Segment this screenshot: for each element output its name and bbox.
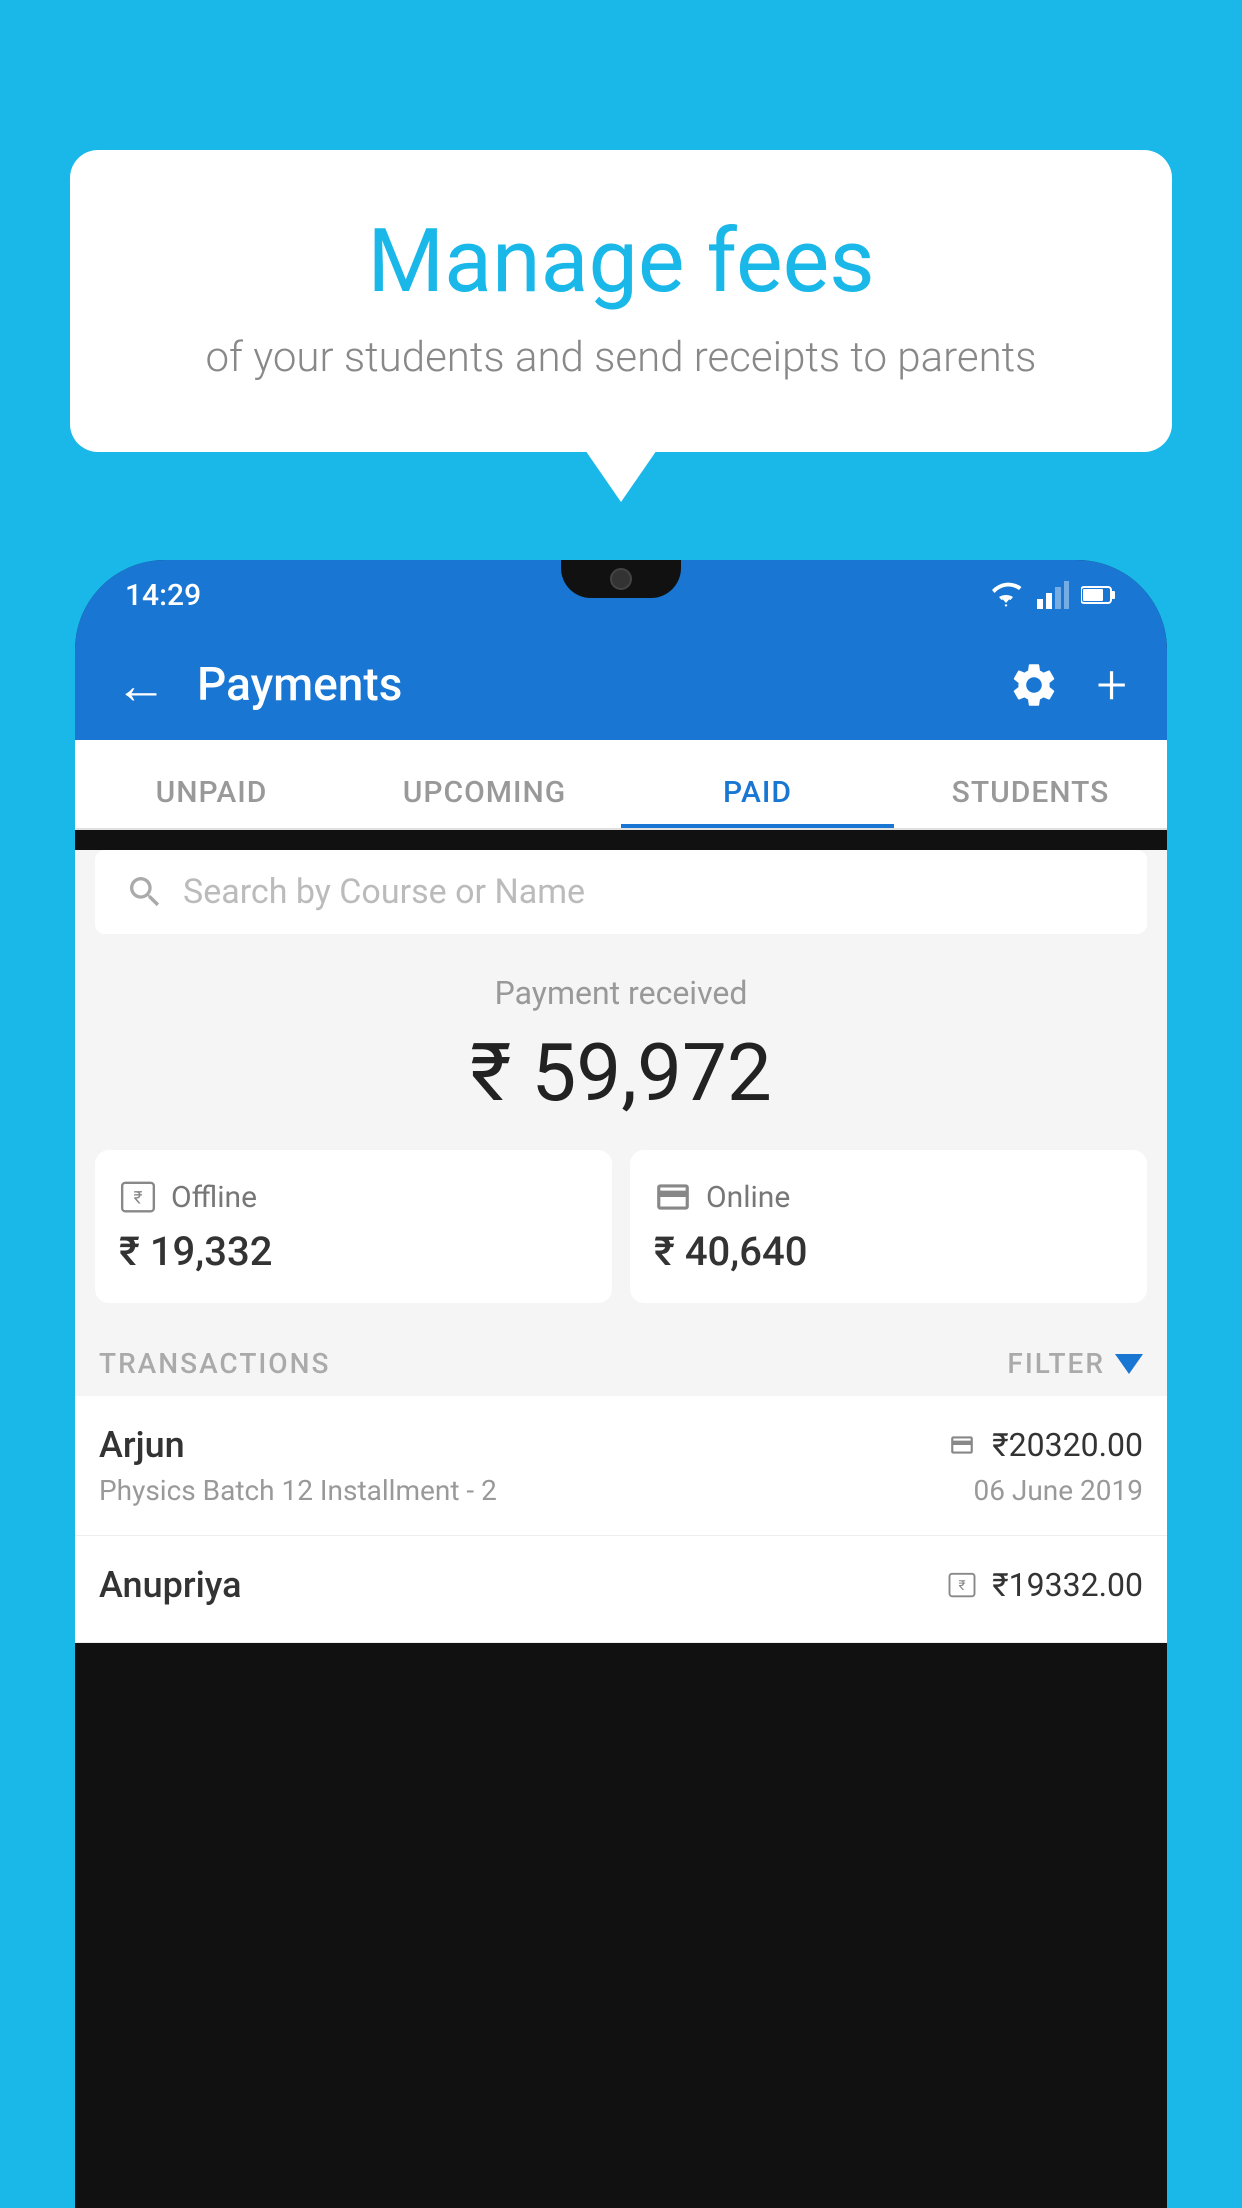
notch xyxy=(561,560,681,598)
add-button[interactable]: + xyxy=(1096,654,1127,717)
action-buttons: + xyxy=(1008,654,1127,717)
transaction-item-anupriya[interactable]: Anupriya ₹ ₹19332.00 xyxy=(75,1536,1167,1643)
status-time: 14:29 xyxy=(125,578,201,613)
battery-icon xyxy=(1081,584,1117,606)
online-label: Online xyxy=(706,1180,790,1215)
tx-amount-2: ₹ ₹19332.00 xyxy=(944,1566,1143,1604)
tx-course-1: Physics Batch 12 Installment - 2 xyxy=(99,1474,497,1507)
status-icons xyxy=(987,581,1117,609)
tx-card-icon-1 xyxy=(944,1432,980,1458)
tab-unpaid[interactable]: UNPAID xyxy=(75,775,348,828)
camera xyxy=(610,568,632,590)
tx-name-1: Arjun xyxy=(99,1424,185,1466)
offline-amount: ₹ 19,332 xyxy=(119,1228,588,1275)
speech-bubble: Manage fees of your students and send re… xyxy=(70,150,1172,452)
tab-upcoming[interactable]: UPCOMING xyxy=(348,775,621,828)
app-title: Payments xyxy=(197,658,1008,712)
app-bar: ← Payments + xyxy=(75,630,1167,740)
tab-paid[interactable]: PAID xyxy=(621,775,894,828)
tx-rupee-icon-2: ₹ xyxy=(944,1570,980,1600)
tab-students[interactable]: STUDENTS xyxy=(894,775,1167,828)
transactions-label: TRANSACTIONS xyxy=(99,1347,330,1380)
wifi-icon xyxy=(987,581,1025,609)
phone-frame: 14:29 ← Payments xyxy=(75,560,1167,2208)
tx-date-1: 06 June 2019 xyxy=(973,1474,1143,1507)
card-payment-icon xyxy=(654,1178,692,1216)
online-amount: ₹ 40,640 xyxy=(654,1228,1123,1275)
svg-text:₹: ₹ xyxy=(959,1578,966,1594)
search-bar[interactable]: Search by Course or Name xyxy=(95,850,1147,934)
tx-name-2: Anupriya xyxy=(99,1564,242,1606)
tabs-bar: UNPAID UPCOMING PAID STUDENTS xyxy=(75,740,1167,830)
transaction-item-arjun[interactable]: Arjun ₹20320.00 Physics Batch 12 Install… xyxy=(75,1396,1167,1536)
payment-received-section: Payment received ₹ 59,972 xyxy=(75,934,1167,1150)
payment-label: Payment received xyxy=(95,974,1147,1012)
filter-button[interactable]: FILTER xyxy=(1007,1347,1143,1380)
filter-label: FILTER xyxy=(1007,1347,1105,1380)
offline-label: Offline xyxy=(171,1180,257,1215)
search-icon xyxy=(125,872,165,912)
content-area: Search by Course or Name Payment receive… xyxy=(75,850,1167,1643)
search-placeholder: Search by Course or Name xyxy=(183,872,585,912)
back-button[interactable]: ← xyxy=(115,655,167,716)
filter-icon xyxy=(1115,1354,1143,1374)
tx-amount-1: ₹20320.00 xyxy=(944,1426,1143,1464)
offline-card: ₹ Offline ₹ 19,332 xyxy=(95,1150,612,1303)
online-card: Online ₹ 40,640 xyxy=(630,1150,1147,1303)
status-bar: 14:29 xyxy=(75,560,1167,630)
bubble-subtitle: of your students and send receipts to pa… xyxy=(120,333,1122,382)
transactions-header: TRANSACTIONS FILTER xyxy=(75,1327,1167,1396)
payment-cards: ₹ Offline ₹ 19,332 Online ₹ 40,640 xyxy=(75,1150,1167,1327)
bubble-title: Manage fees xyxy=(120,210,1122,313)
rupee-box-icon: ₹ xyxy=(119,1178,157,1216)
settings-icon[interactable] xyxy=(1008,659,1060,711)
signal-icon xyxy=(1037,581,1069,609)
svg-text:₹: ₹ xyxy=(133,1188,142,1208)
payment-amount: ₹ 59,972 xyxy=(95,1026,1147,1120)
